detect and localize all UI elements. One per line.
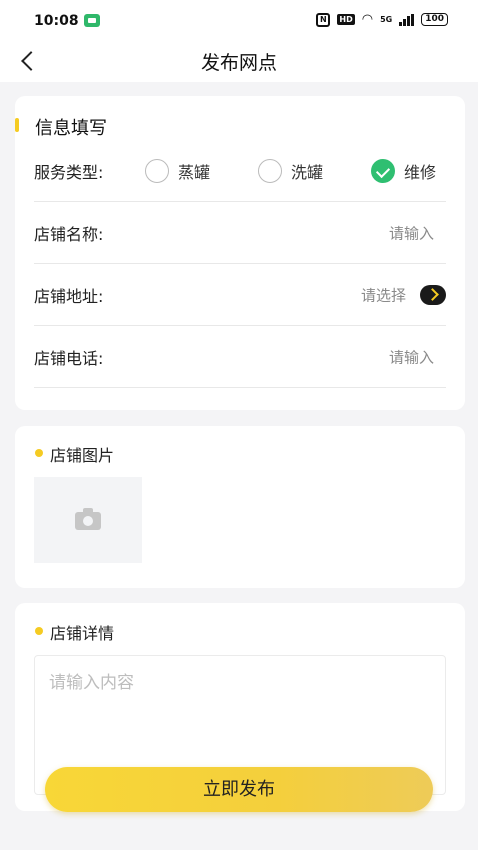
shop-address-label: 店铺地址: — [34, 286, 104, 306]
radio-unchecked-icon — [258, 158, 282, 183]
service-type-label: 服务类型: — [34, 162, 104, 182]
page-title: 发布网点 — [200, 52, 277, 74]
nav-bar: 发布网点 — [0, 40, 478, 82]
battery-icon: 100 — [421, 13, 448, 26]
shop-address-row[interactable]: 店铺地址: 请选择 — [34, 264, 446, 326]
service-type-row: 服务类型: 蒸罐 洗罐 维修 — [34, 140, 446, 202]
status-bar: 10:08 N HD ◠ 5G 100 — [0, 0, 478, 40]
shop-phone-label: 店铺电话: — [34, 348, 104, 368]
info-section-title: 信息填写 — [35, 118, 107, 139]
radio-unchecked-icon — [145, 158, 169, 183]
photo-card: 店铺图片 — [15, 426, 465, 588]
section-dot — [35, 449, 43, 457]
shop-name-input[interactable]: 请输入 — [389, 222, 434, 243]
camera-icon — [75, 508, 101, 530]
signal-label: 5G — [380, 15, 393, 24]
shop-name-label: 店铺名称: — [34, 224, 104, 244]
message-icon — [84, 14, 100, 27]
photo-upload-button[interactable] — [34, 477, 142, 563]
info-card: 信息填写 服务类型: 蒸罐 洗罐 维修 店铺名称: 请输入 店铺地址: 请选择 … — [15, 96, 465, 410]
radio-steam-tank[interactable]: 蒸罐 — [145, 158, 211, 183]
shop-address-select[interactable]: 请选择 — [361, 284, 406, 305]
radio-checked-icon — [371, 158, 395, 183]
shop-name-row[interactable]: 店铺名称: 请输入 — [34, 202, 446, 264]
hd-icon: HD — [337, 14, 355, 25]
radio-repair[interactable]: 维修 — [371, 158, 437, 183]
radio-label: 维修 — [404, 162, 437, 182]
service-type-radio-group: 蒸罐 洗罐 维修 — [145, 158, 446, 183]
signal-icon — [399, 13, 415, 26]
shop-phone-row[interactable]: 店铺电话: 请输入 — [34, 326, 446, 388]
submit-button[interactable]: 立即发布 — [45, 767, 433, 812]
section-dot — [35, 627, 43, 635]
status-icons: N HD ◠ 5G 100 — [316, 12, 448, 27]
status-time: 10:08 — [34, 13, 79, 29]
radio-label: 蒸罐 — [178, 162, 211, 182]
shop-phone-input[interactable]: 请输入 — [389, 346, 434, 367]
detail-section-title: 店铺详情 — [50, 624, 115, 643]
chevron-right-icon[interactable] — [420, 284, 446, 305]
section-accent-bar — [15, 118, 19, 132]
wifi-icon: ◠ — [361, 12, 374, 27]
radio-wash-tank[interactable]: 洗罐 — [258, 158, 324, 183]
photo-section-title: 店铺图片 — [50, 446, 115, 465]
nfc-icon: N — [316, 12, 331, 27]
radio-label: 洗罐 — [291, 162, 324, 182]
